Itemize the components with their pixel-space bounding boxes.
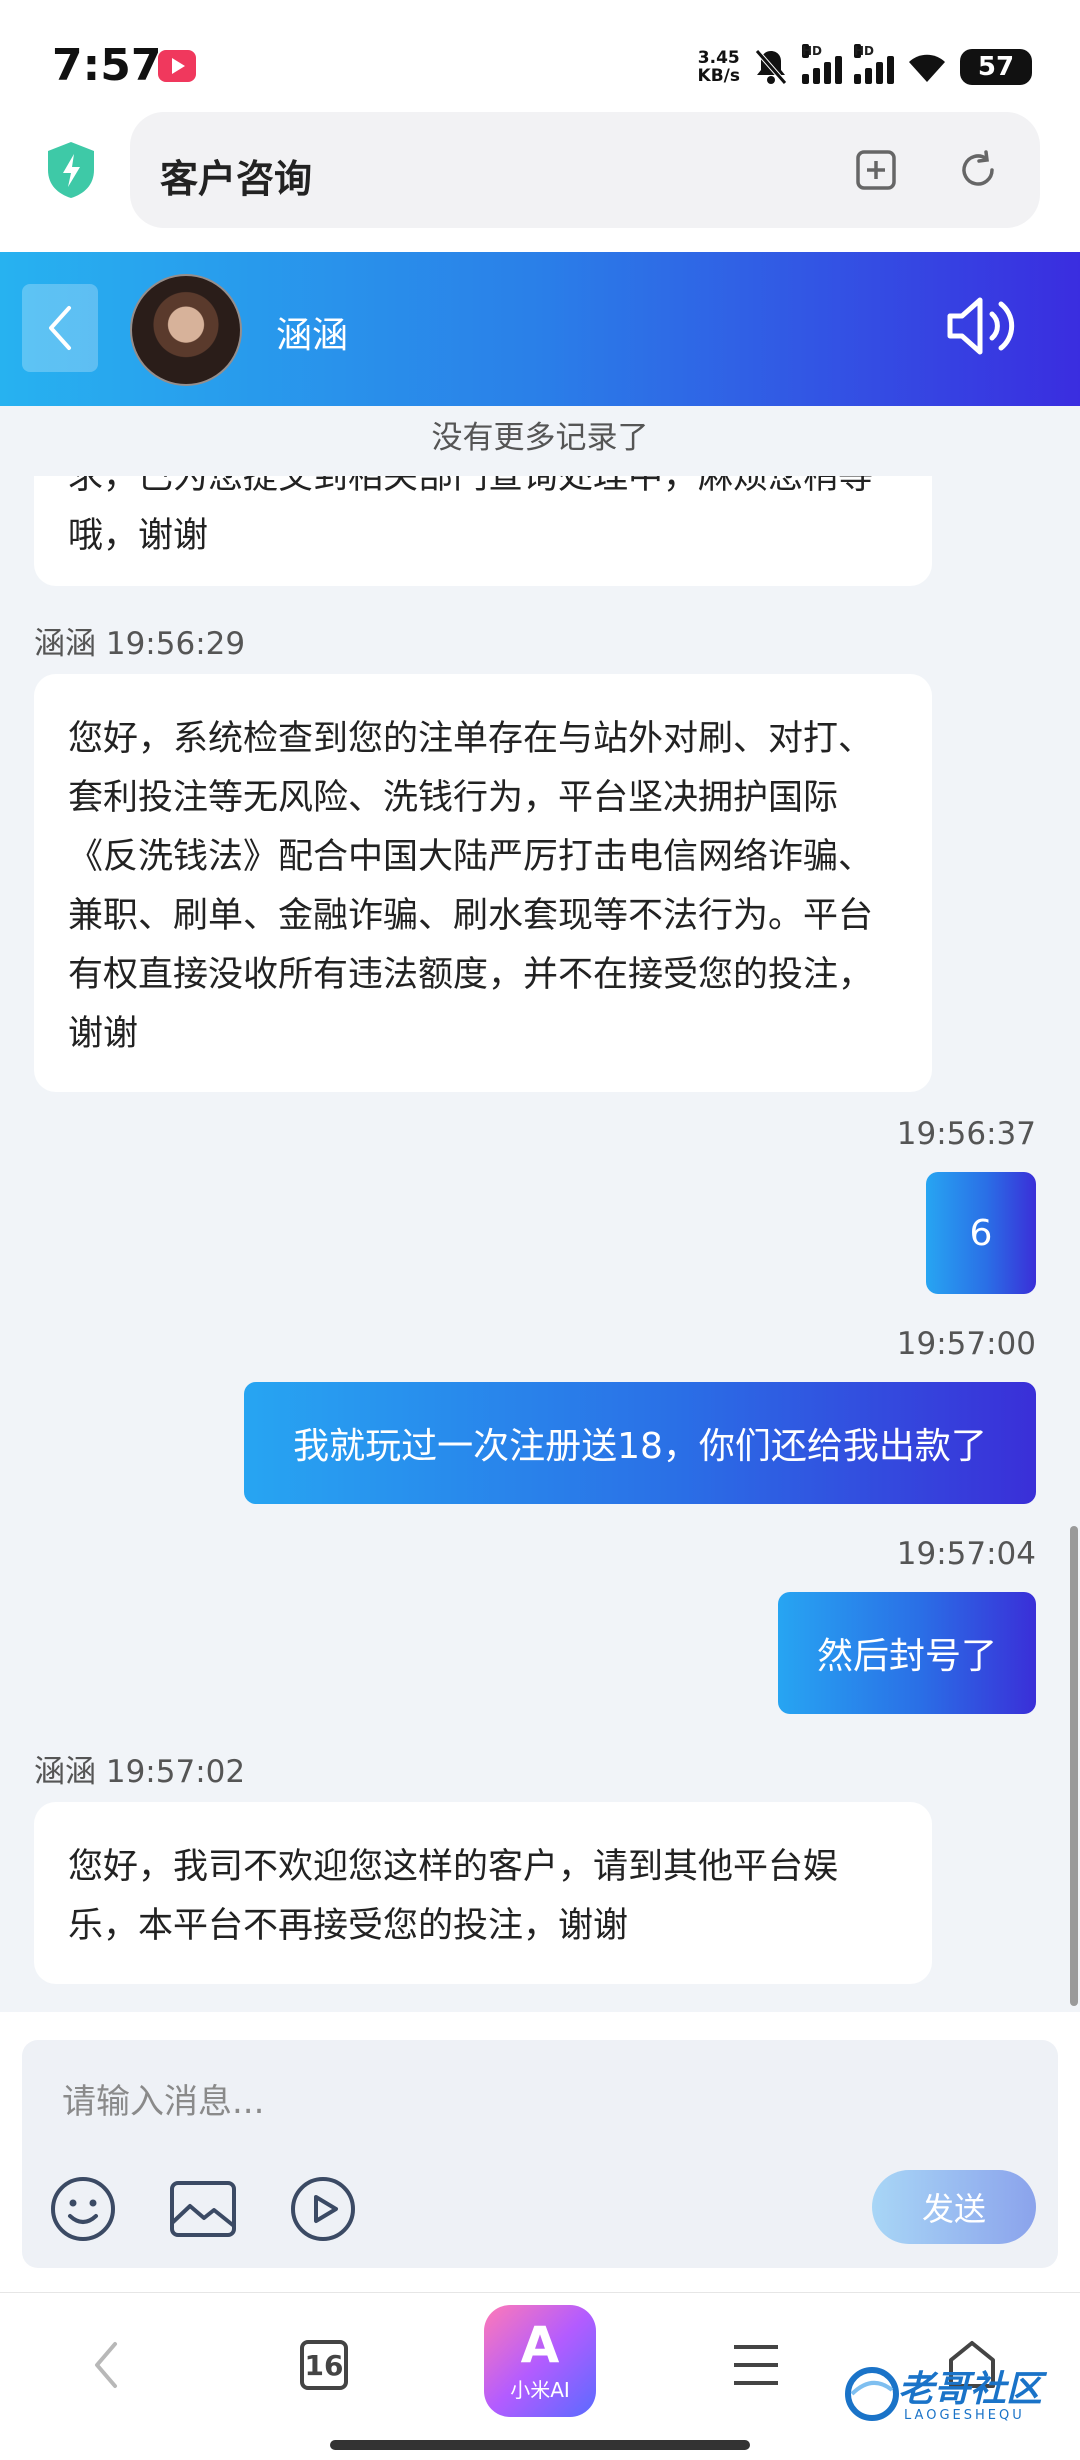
reload-icon[interactable] (956, 148, 1000, 192)
message-time: 19:56:37 (896, 1116, 1036, 1152)
back-button[interactable] (22, 284, 98, 372)
message-composer: 发送 (22, 2040, 1058, 2268)
message-bubble-incoming[interactable]: 您好，系统检查到您的注单存在与站外对刷、对打、套利投注等无风险、洗钱行为，平台坚… (34, 674, 932, 1092)
emoji-icon[interactable] (48, 2174, 118, 2244)
message-time: 19:57:00 (896, 1326, 1036, 1362)
chevron-left-icon (95, 2342, 117, 2388)
bell-muted-icon (755, 49, 787, 85)
status-time: 7:57 (52, 40, 162, 91)
message-text: 6 (969, 1212, 993, 1254)
add-bookmark-icon[interactable] (854, 148, 898, 192)
message-bubble-incoming[interactable]: 求，已为您提交到相关部门查询处理中，麻烦您稍等哦，谢谢 (34, 476, 932, 586)
video-app-icon (158, 50, 196, 82)
send-button[interactable]: 发送 (872, 2170, 1036, 2244)
nav-back-button[interactable] (66, 2325, 146, 2405)
signal-strength-icon-2: HD (854, 44, 894, 84)
message-text: 您好，我司不欢迎您这样的客户，请到其他平台娱乐，本平台不再接受您的投注，谢谢 (68, 1847, 839, 1946)
ai-logo-icon: A (520, 2315, 560, 2374)
no-more-records: 没有更多记录了 (431, 420, 649, 456)
message-meta: 涵涵 19:57:02 (34, 1746, 245, 1791)
tabs-button[interactable]: 16 (284, 2325, 364, 2405)
message-time: 19:57:04 (896, 1536, 1036, 1572)
watermark-subtext: LAOGESHEQU (904, 2408, 1025, 2423)
status-bar: 7:57 3.45 KB/s HD HD 57 (0, 0, 1080, 110)
message-bubble-outgoing[interactable]: 然后封号了 (778, 1592, 1036, 1714)
video-play-icon[interactable] (288, 2174, 358, 2244)
agent-name: 涵涵 (276, 315, 349, 356)
tab-count: 16 (300, 2340, 348, 2390)
image-icon[interactable] (168, 2174, 238, 2244)
message-text: 您好，系统检查到您的注单存在与站外对刷、对打、套利投注等无风险、洗钱行为，平台坚… (68, 719, 874, 1054)
chat-messages[interactable]: 没有更多记录了 求，已为您提交到相关部门查询处理中，麻烦您稍等哦，谢谢 涵涵 1… (0, 406, 1080, 2012)
speaker-icon[interactable] (944, 292, 1018, 360)
security-shield-icon[interactable] (44, 140, 98, 200)
watermark-text: 老哥社区 (898, 2369, 1043, 2410)
dragon-logo-icon (845, 2367, 899, 2421)
battery-icon: 57 (960, 49, 1036, 85)
menu-icon (734, 2345, 778, 2385)
network-speed: 3.45 KB/s (698, 49, 740, 85)
status-icons: 3.45 KB/s HD HD 57 (698, 44, 1036, 90)
message-meta: 涵涵 19:56:29 (34, 618, 245, 663)
hd-label: HD (802, 44, 823, 58)
message-text: 求，已为您提交到相关部门查询处理中，麻烦您稍等哦，谢谢 (68, 476, 874, 556)
message-time: 19:57:02 (105, 1754, 246, 1790)
chat-header: 涵涵 (0, 252, 1080, 406)
browser-address-row: 客户咨询 (0, 110, 1080, 252)
chevron-left-icon (49, 306, 71, 350)
page-title: 客户咨询 (160, 157, 313, 201)
network-speed-value: 3.45 (697, 48, 740, 68)
battery-level: 57 (977, 52, 1015, 82)
message-time: 19:56:29 (105, 626, 246, 662)
signal-strength-icon-1: HD (802, 44, 842, 84)
network-speed-unit: KB/s (697, 66, 740, 86)
xiaomi-ai-button[interactable]: A 小米AI (484, 2305, 596, 2417)
menu-button[interactable] (716, 2325, 796, 2405)
agent-avatar[interactable] (130, 274, 242, 386)
message-text: 然后封号了 (816, 1636, 997, 1677)
address-bar[interactable]: 客户咨询 (130, 112, 1040, 228)
chat-scrollbar[interactable] (1070, 1526, 1078, 2006)
message-bubble-outgoing[interactable]: 我就玩过一次注册送18，你们还给我出款了 (244, 1382, 1036, 1504)
home-indicator[interactable] (330, 2440, 750, 2450)
watermark-logo: 老哥社区 LAOGESHEQU (842, 2358, 1068, 2430)
message-sender: 涵涵 (34, 626, 96, 662)
message-sender: 涵涵 (34, 1754, 96, 1790)
hd-label: HD (854, 44, 875, 58)
wifi-icon (909, 54, 945, 82)
ai-label: 小米AI (510, 2377, 570, 2402)
message-text: 我就玩过一次注册送18，你们还给我出款了 (293, 1426, 987, 1467)
message-input[interactable] (62, 2082, 962, 2122)
message-bubble-incoming[interactable]: 您好，我司不欢迎您这样的客户，请到其他平台娱乐，本平台不再接受您的投注，谢谢 (34, 1802, 932, 1984)
message-bubble-outgoing[interactable]: 6 (926, 1172, 1036, 1294)
